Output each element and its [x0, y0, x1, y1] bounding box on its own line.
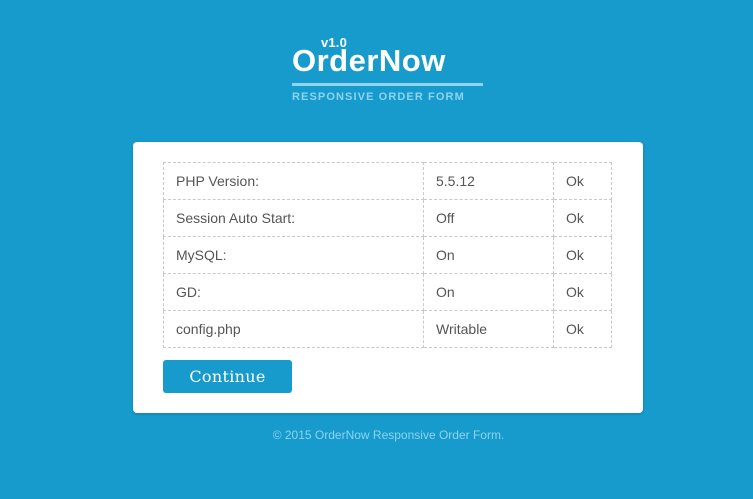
requirement-label: Session Auto Start: — [163, 199, 424, 237]
requirement-status: Ok — [553, 236, 612, 274]
requirement-status: Ok — [553, 162, 612, 200]
requirement-value: On — [423, 236, 554, 274]
footer-copyright: © 2015 OrderNow Responsive Order Form. — [272, 428, 505, 442]
requirement-status: Ok — [553, 199, 612, 237]
continue-button[interactable]: Continue — [163, 360, 292, 393]
requirement-label: config.php — [163, 310, 424, 348]
requirement-status: Ok — [553, 273, 612, 311]
requirement-value: 5.5.12 — [423, 162, 554, 200]
logo: v1.0 OrderNow RESPONSIVE ORDER FORM — [292, 36, 484, 108]
table-row: GD: On Ok — [163, 273, 612, 311]
logo-underline — [292, 83, 483, 86]
table-row: MySQL: On Ok — [163, 236, 612, 274]
table-row: Session Auto Start: Off Ok — [163, 199, 612, 237]
logo-tagline: RESPONSIVE ORDER FORM — [292, 91, 465, 103]
logo-name: OrderNow — [292, 43, 446, 78]
table-row: PHP Version: 5.5.12 Ok — [163, 162, 612, 200]
table-row: config.php Writable Ok — [163, 310, 612, 348]
requirement-label: PHP Version: — [163, 162, 424, 200]
requirement-value: On — [423, 273, 554, 311]
requirement-value: Writable — [423, 310, 554, 348]
requirements-card: PHP Version: 5.5.12 Ok Session Auto Star… — [133, 142, 643, 413]
requirements-table: PHP Version: 5.5.12 Ok Session Auto Star… — [163, 162, 612, 348]
requirement-label: GD: — [163, 273, 424, 311]
requirement-value: Off — [423, 199, 554, 237]
requirement-label: MySQL: — [163, 236, 424, 274]
requirement-status: Ok — [553, 310, 612, 348]
